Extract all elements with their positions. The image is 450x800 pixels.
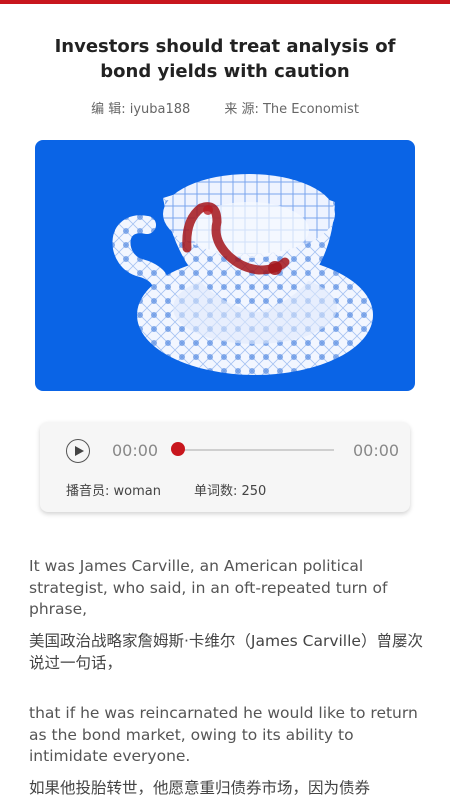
progress-track[interactable] xyxy=(178,449,334,451)
paragraph-zh: 美国政治战略家詹姆斯·卡维尔（James Carville）曾屡次说过一句话， xyxy=(29,632,423,672)
hero-image xyxy=(35,140,415,391)
article-title: Investors should treat analysis of bond … xyxy=(54,36,396,82)
audio-player: 00:00 00:00 播音员: woman 单词数: 250 xyxy=(40,422,410,512)
article-meta: 编 辑: iyuba188 来 源: The Economist xyxy=(0,98,450,117)
teacup-illustration xyxy=(112,174,373,375)
reader-label: 播音员: woman xyxy=(66,484,161,499)
paragraph-en: It was James Carville, an American polit… xyxy=(29,557,388,618)
paragraph-en: that if he was reincarnated he would lik… xyxy=(29,704,418,765)
paragraph-zh: 如果他投胎转世，他愿意重归债券市场，因为债券 xyxy=(29,779,371,797)
editor-label: 编 辑: iyuba188 xyxy=(91,102,191,117)
play-icon[interactable] xyxy=(66,439,90,463)
progress-thumb[interactable] xyxy=(171,442,185,456)
source-label: 来 源: The Economist xyxy=(224,102,359,117)
top-accent-bar xyxy=(0,0,450,4)
total-time: 00:00 xyxy=(353,441,400,460)
word-count-label: 单词数: 250 xyxy=(194,484,267,499)
current-time: 00:00 xyxy=(112,441,159,460)
